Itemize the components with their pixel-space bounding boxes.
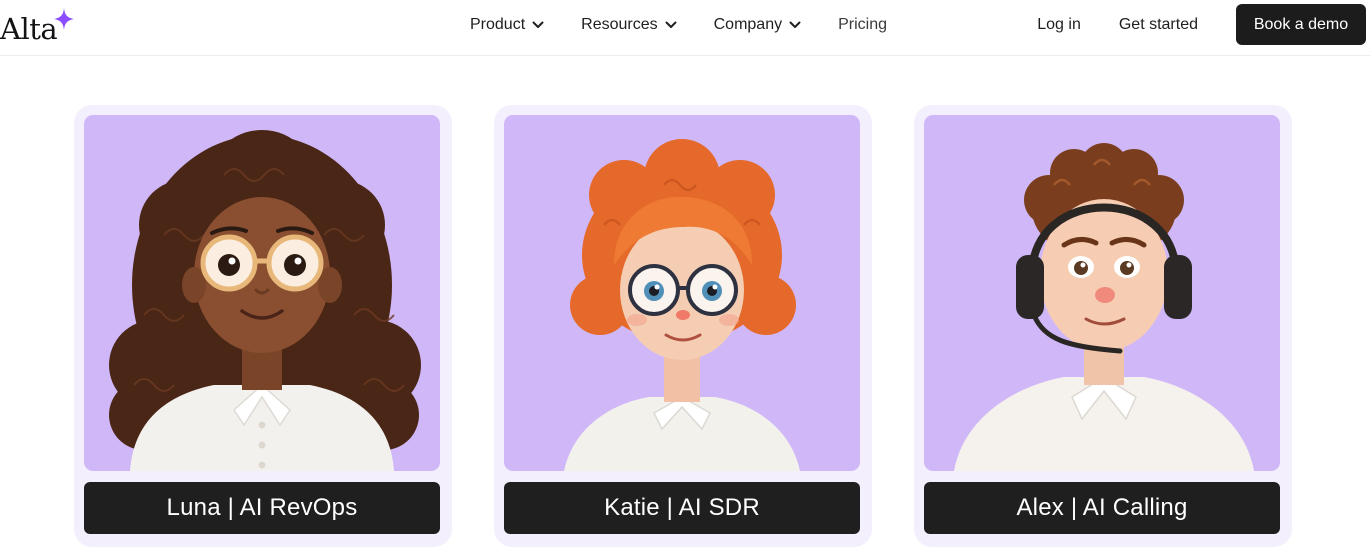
site-header: Alta Product Resources Company Pricing L… (0, 0, 1370, 56)
luna-avatar-illustration (109, 130, 421, 471)
agent-card-katie[interactable]: Katie | AI SDR (494, 105, 872, 547)
luna-card-label: Luna | AI RevOps (84, 482, 440, 534)
nav-product[interactable]: Product (470, 0, 544, 50)
logo-wordmark: Alta (0, 12, 58, 46)
chevron-down-icon (665, 21, 677, 28)
chevron-down-icon (789, 21, 801, 28)
get-started-link[interactable]: Get started (1119, 16, 1198, 34)
nav-pricing-label: Pricing (838, 16, 888, 33)
agent-card-alex[interactable]: Alex | AI Calling (914, 105, 1292, 547)
luna-avatar-image (84, 115, 440, 471)
main-nav: Product Resources Company Pricing (470, 0, 924, 50)
nav-product-label: Product (470, 16, 526, 33)
nav-company[interactable]: Company (714, 0, 801, 50)
nav-pricing[interactable]: Pricing (838, 0, 887, 50)
alex-card-label: Alex | AI Calling (924, 482, 1280, 534)
alex-avatar-illustration (954, 143, 1254, 471)
header-actions: Log in Get started Book a demo (1037, 4, 1366, 45)
katie-avatar-image (504, 115, 860, 471)
agent-card-luna[interactable]: Luna | AI RevOps (74, 105, 452, 547)
katie-card-label: Katie | AI SDR (504, 482, 860, 534)
nav-resources-label: Resources (581, 16, 658, 33)
alta-logo[interactable]: Alta (0, 8, 77, 49)
sparkle-icon (54, 8, 75, 30)
alex-avatar-image (924, 115, 1280, 471)
nav-resources[interactable]: Resources (581, 0, 677, 50)
book-demo-button[interactable]: Book a demo (1236, 4, 1366, 45)
katie-avatar-illustration (564, 139, 800, 471)
login-link[interactable]: Log in (1037, 16, 1081, 34)
chevron-down-icon (532, 21, 544, 28)
nav-company-label: Company (713, 16, 783, 33)
